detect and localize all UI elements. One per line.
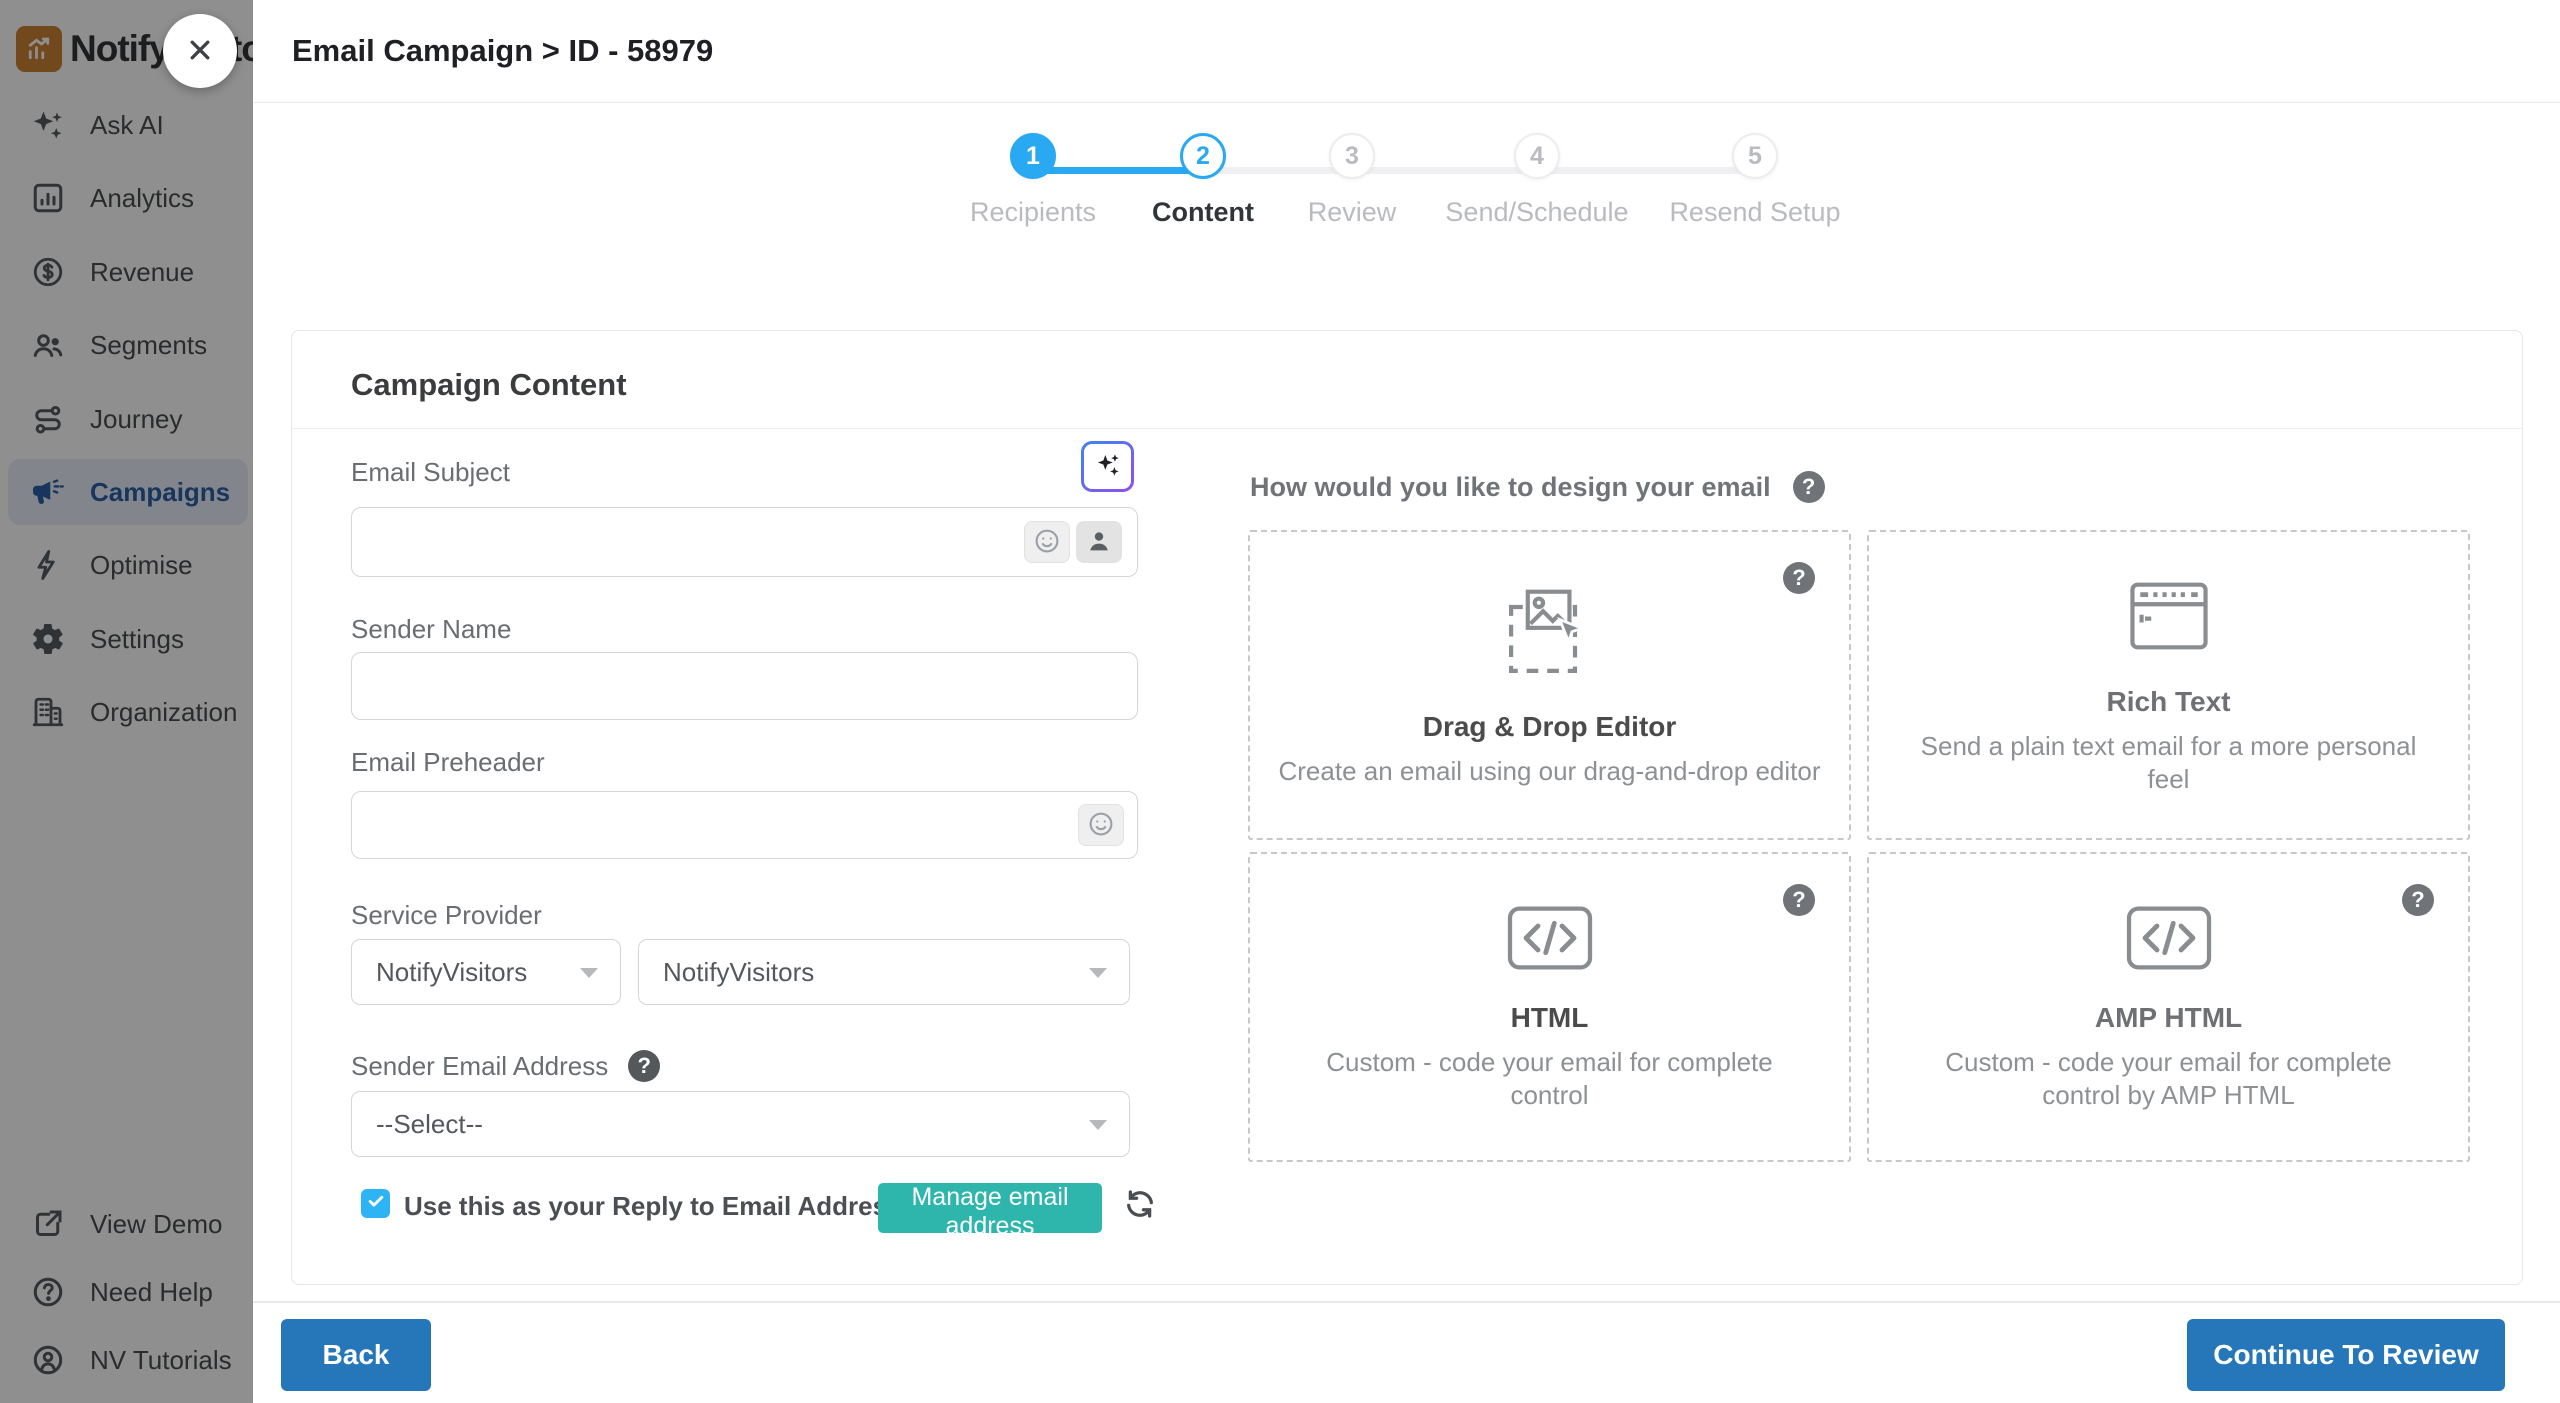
design-option-html[interactable]: ? HTML Custom - code your email for comp… (1248, 852, 1851, 1162)
chevron-down-icon (580, 968, 598, 978)
service-provider-label: Service Provider (351, 900, 542, 930)
drawer-header: Email Campaign > ID - 58979 (253, 0, 2560, 103)
back-button[interactable]: Back (281, 1319, 431, 1391)
option-description: Custom - code your email for complete co… (1945, 1047, 2392, 1110)
step-3-circle[interactable]: 3 (1329, 133, 1375, 179)
page-title: Email Campaign > ID - 58979 (292, 33, 714, 68)
close-drawer-button[interactable] (163, 14, 237, 88)
chevron-down-icon (1089, 968, 1107, 978)
manage-email-address-button[interactable]: Manage email address (878, 1183, 1102, 1240)
step-connector (1203, 167, 1352, 174)
design-help-icon[interactable]: ? (1792, 471, 1825, 503)
continue-to-review-button[interactable]: Continue To Review (2187, 1319, 2505, 1391)
drawer-footer: Back Continue To Review (253, 1301, 2560, 1403)
reply-to-checkbox-label[interactable]: Use this as your Reply to Email Address (404, 1191, 902, 1222)
step-2-label[interactable]: Content (1152, 197, 1254, 228)
design-heading-row: How would you like to design your email … (1250, 471, 1825, 503)
design-option-rich-text[interactable]: Rich Text Send a plain text email for a … (1867, 530, 2470, 840)
step-1-circle[interactable]: 1 (1010, 133, 1056, 179)
sender-email-label-row: Sender Email Address ? (351, 1050, 661, 1082)
html-code-icon (1502, 903, 1598, 978)
email-subject-input[interactable] (351, 507, 1138, 577)
check-icon (366, 1191, 386, 1216)
option-title: HTML (1510, 1002, 1589, 1033)
option-title: Drag & Drop Editor (1422, 711, 1677, 743)
reply-to-checkbox[interactable] (361, 1189, 390, 1218)
option-title: AMP HTML (2094, 1002, 2243, 1033)
rich-text-icon (2122, 575, 2216, 662)
step-connector-done (1033, 167, 1203, 174)
sender-name-input[interactable] (351, 652, 1138, 720)
close-icon (183, 33, 217, 70)
selected-sender-email: --Select-- (376, 1108, 483, 1139)
ai-assist-button[interactable] (1081, 441, 1134, 492)
step-connector (1352, 167, 1537, 174)
step-connector (1537, 167, 1755, 174)
campaign-stepper: 1 2 3 4 5 Recipients Content Review Send… (253, 103, 2560, 303)
service-provider-select[interactable]: NotifyVisitors (351, 939, 621, 1005)
option-description: Send a plain text email for a more perso… (1920, 731, 2417, 794)
personalize-button[interactable] (1076, 521, 1122, 563)
emoji-picker-button[interactable] (1024, 521, 1070, 563)
step-4-circle[interactable]: 4 (1514, 133, 1560, 179)
option-title: Rich Text (2106, 686, 2231, 717)
step-3-label[interactable]: Review (1308, 197, 1397, 228)
amp-html-code-icon (2121, 903, 2217, 978)
divider (292, 428, 2522, 429)
step-number: 5 (1748, 141, 1762, 170)
sender-email-label: Sender Email Address (351, 1050, 609, 1081)
email-campaign-drawer: Email Campaign > ID - 58979 1 2 3 4 5 Re… (253, 0, 2560, 1403)
chevron-down-icon (1089, 1120, 1107, 1130)
step-number: 3 (1345, 141, 1359, 170)
provider-account-select[interactable]: NotifyVisitors (638, 939, 1130, 1005)
email-preheader-label: Email Preheader (351, 747, 545, 777)
sender-name-label: Sender Name (351, 614, 512, 644)
option-description: Custom - code your email for complete co… (1326, 1047, 1773, 1110)
option-help-icon[interactable]: ? (1783, 562, 1815, 594)
modal-overlay[interactable] (0, 0, 253, 1403)
step-5-circle[interactable]: 5 (1732, 133, 1778, 179)
campaign-content-card: Campaign Content Email Subject Sender Na… (291, 330, 2523, 1285)
design-option-amp-html[interactable]: ? AMP HTML Custom - code your email for … (1867, 852, 2470, 1162)
step-2-circle[interactable]: 2 (1180, 133, 1226, 179)
step-number: 4 (1530, 141, 1544, 170)
step-4-label[interactable]: Send/Schedule (1445, 197, 1628, 228)
ai-sparkles-icon (1092, 449, 1124, 484)
person-icon (1085, 527, 1113, 558)
design-option-drag-drop[interactable]: ? Drag & Drop Editor Create an email usi… (1248, 530, 1851, 840)
selected-provider: NotifyVisitors (376, 956, 528, 987)
step-1-label[interactable]: Recipients (970, 197, 1096, 228)
step-number: 1 (1026, 141, 1040, 170)
option-description: Create an email using our drag-and-drop … (1278, 756, 1821, 787)
selected-provider-account: NotifyVisitors (663, 956, 815, 987)
emoji-picker-button[interactable] (1078, 804, 1124, 846)
step-5-label[interactable]: Resend Setup (1669, 197, 1840, 228)
design-heading: How would you like to design your email (1250, 471, 1771, 502)
email-subject-label: Email Subject (351, 457, 510, 487)
drag-drop-editor-icon (1500, 582, 1600, 687)
section-title: Campaign Content (351, 367, 627, 402)
step-number: 2 (1196, 141, 1210, 170)
option-help-icon[interactable]: ? (2402, 884, 2434, 916)
option-help-icon[interactable]: ? (1783, 884, 1815, 916)
app-screen: NotifyVisitors Ask AI Analytics Revenue … (0, 0, 2560, 1403)
emoji-icon (1032, 526, 1062, 559)
sender-email-select[interactable]: --Select-- (351, 1091, 1130, 1157)
sender-email-help-icon[interactable]: ? (628, 1050, 661, 1082)
refresh-icon[interactable] (1122, 1187, 1158, 1223)
emoji-icon (1086, 809, 1116, 842)
email-preheader-input[interactable] (351, 791, 1138, 859)
